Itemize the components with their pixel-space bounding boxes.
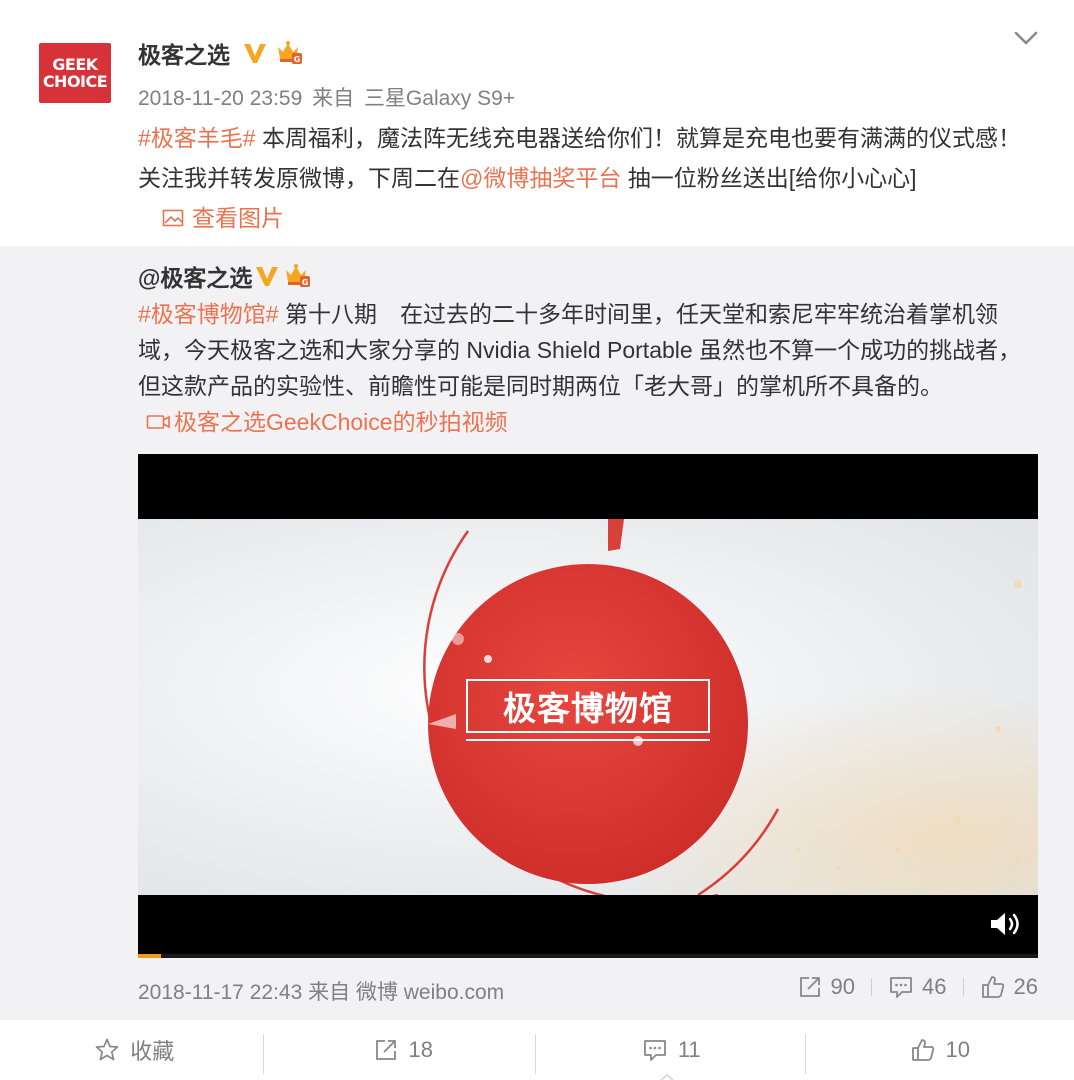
verified-v-icon bbox=[256, 267, 279, 286]
author-name[interactable]: 极客之选 bbox=[138, 36, 230, 70]
avatar-text-line2: CHOICE bbox=[42, 72, 108, 91]
divider bbox=[263, 1034, 264, 1074]
thumbs-up-icon bbox=[911, 1039, 934, 1061]
member-crown-icon[interactable]: G bbox=[282, 262, 312, 290]
divider bbox=[805, 1034, 806, 1074]
member-crown-icon[interactable]: G bbox=[274, 39, 304, 67]
video-camera-icon bbox=[146, 415, 170, 429]
share-icon bbox=[799, 977, 820, 997]
post-source: 三星Galaxy S9+ bbox=[363, 87, 516, 110]
svg-text:G: G bbox=[294, 55, 301, 64]
repost-author-name[interactable]: @极客之选 bbox=[138, 259, 252, 293]
divider bbox=[871, 978, 873, 996]
original-repost-button[interactable]: 90 bbox=[797, 974, 855, 1000]
repost-card[interactable]: @极客之选 G #极客博物馆# 第十八期 在过去的二十多年时间里，任天堂和索尼牢… bbox=[0, 246, 1074, 1020]
video-player[interactable]: 极客博物馆 bbox=[138, 454, 1038, 958]
repost-meta: 2018-11-17 22:43 来自 微博 weibo.com bbox=[138, 976, 504, 1006]
repost-button[interactable]: 18 bbox=[269, 1020, 538, 1080]
video-link[interactable]: 极客之选GeekChoice的秒拍视频 bbox=[146, 404, 508, 440]
repost-source-prefix: 来自 bbox=[308, 981, 351, 1004]
video-progress-bar[interactable] bbox=[138, 954, 1038, 958]
comment-count: 11 bbox=[677, 1037, 701, 1062]
repost-timestamp[interactable]: 2018-11-17 22:43 bbox=[138, 981, 302, 1004]
video-title: 极客博物馆 bbox=[466, 679, 710, 733]
original-repost-count: 90 bbox=[830, 974, 856, 999]
divider bbox=[962, 978, 964, 996]
video-title-underline bbox=[466, 739, 710, 741]
caret-up-icon bbox=[660, 1074, 674, 1080]
source-prefix: 来自 bbox=[312, 87, 355, 110]
thumbs-up-icon bbox=[981, 976, 1004, 998]
share-icon bbox=[375, 1040, 396, 1060]
post-text-part2: 抽一位粉丝送出[给你小心心] bbox=[621, 165, 917, 191]
video-link-label: 极客之选GeekChoice的秒拍视频 bbox=[174, 409, 508, 435]
author-row: 极客之选 G bbox=[138, 37, 304, 69]
comment-icon bbox=[643, 1040, 666, 1061]
original-like-count: 26 bbox=[1013, 974, 1038, 999]
repost-count: 18 bbox=[408, 1037, 433, 1062]
repost-source: 微博 weibo.com bbox=[355, 981, 505, 1004]
action-bar: 收藏 18 11 10 bbox=[0, 1020, 1074, 1080]
video-frame: 极客博物馆 bbox=[138, 519, 1038, 895]
comment-button[interactable]: 11 bbox=[537, 1020, 806, 1080]
avatar[interactable]: GEEK CHOICE bbox=[39, 43, 111, 103]
post-timestamp[interactable]: 2018-11-20 23:59 bbox=[138, 87, 302, 110]
comment-icon bbox=[890, 977, 912, 998]
repost-actions: 90 46 26 bbox=[797, 974, 1038, 1000]
divider bbox=[535, 1034, 536, 1074]
favorite-button[interactable]: 收藏 bbox=[0, 1020, 269, 1080]
view-photo-link[interactable]: 查看图片 bbox=[162, 198, 284, 238]
view-photo-label: 查看图片 bbox=[192, 205, 284, 231]
favorite-label: 收藏 bbox=[130, 1039, 175, 1064]
repost-text: #极客博物馆# 第十八期 在过去的二十多年时间里，任天堂和索尼牢牢统治着掌机领域… bbox=[138, 296, 1038, 442]
avatar-text-line1: GEEK bbox=[52, 55, 98, 74]
verified-v-icon bbox=[244, 44, 266, 63]
video-progress-fill bbox=[138, 954, 161, 958]
volume-icon[interactable] bbox=[988, 909, 1022, 939]
mention-link[interactable]: @微博抽奖平台 bbox=[460, 165, 621, 191]
original-comment-count: 46 bbox=[922, 974, 947, 999]
repost-footer: 2018-11-17 22:43 来自 微博 weibo.com 90 46 2… bbox=[138, 974, 1038, 1006]
like-count: 10 bbox=[945, 1037, 970, 1062]
original-comment-button[interactable]: 46 bbox=[888, 974, 947, 1000]
post-text: #极客羊毛# 本周福利，魔法阵无线充电器送给你们！就算是充电也要有满满的仪式感！… bbox=[138, 118, 1038, 240]
chevron-down-icon[interactable] bbox=[1012, 26, 1040, 50]
hashtag-link[interactable]: #极客羊毛# bbox=[138, 125, 256, 151]
svg-text:G: G bbox=[302, 278, 309, 287]
repost-author-row: @极客之选 G bbox=[138, 260, 312, 292]
image-icon bbox=[162, 209, 184, 227]
like-button[interactable]: 10 bbox=[806, 1020, 1074, 1080]
original-like-button[interactable]: 26 bbox=[980, 974, 1038, 1000]
post-meta: 2018-11-20 23:59 来自 三星Galaxy S9+ bbox=[138, 82, 515, 112]
repost-hashtag-link[interactable]: #极客博物馆# bbox=[138, 301, 279, 327]
star-icon bbox=[95, 1038, 119, 1061]
